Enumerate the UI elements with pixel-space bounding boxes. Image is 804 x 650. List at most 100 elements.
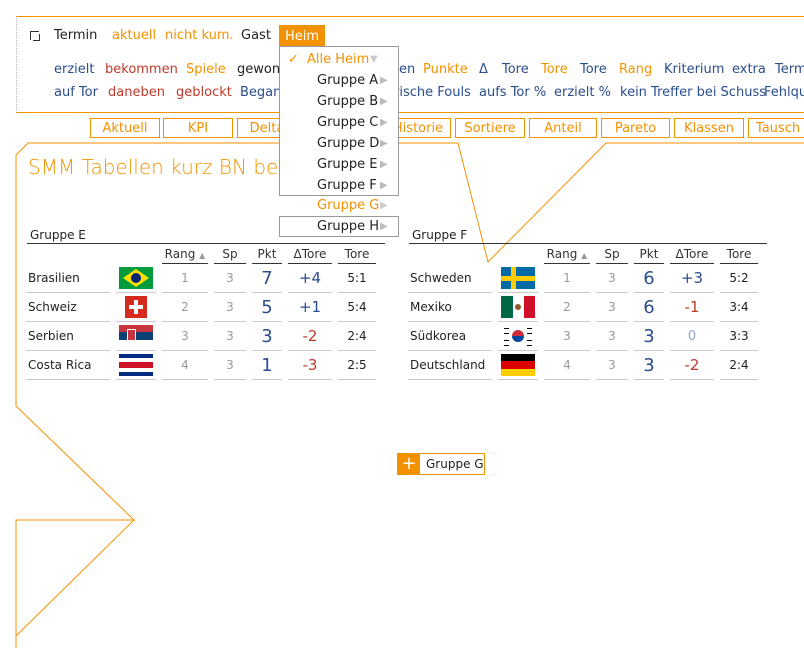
team-name: Schweiz — [26, 293, 110, 322]
cell-tore: 3:4 — [720, 293, 758, 322]
cell-pkt: 3 — [252, 322, 282, 351]
cell-rang: 4 — [162, 351, 208, 380]
col-rang-label: Rang — [546, 247, 578, 261]
cell-rang: 1 — [162, 264, 208, 293]
col-sp[interactable]: Sp — [214, 244, 246, 264]
dropdown-item-label: Gruppe B — [317, 94, 379, 109]
cell-dtore: 0 — [670, 322, 714, 351]
dropdown-item-gruppe-g[interactable]: Gruppe G ▶ — [279, 195, 399, 216]
col-sp[interactable]: Sp — [596, 244, 628, 264]
table-row: Deutschland 4 3 3 -2 2:4 — [408, 351, 758, 380]
group-f-table: Rang ▲ Sp Pkt ΔTore Tore Schweden 1 3 6 — [402, 244, 764, 380]
flag-sweden-icon — [498, 264, 538, 293]
cell-dtore: -3 — [288, 351, 332, 380]
col-team — [26, 244, 110, 264]
flag-south-korea-icon — [498, 322, 538, 351]
cell-pkt: 5 — [252, 293, 282, 322]
team-name: Serbien — [26, 322, 110, 351]
team-name: Costa Rica — [26, 351, 110, 380]
group-f-title: Gruppe F — [412, 228, 468, 242]
col-rang[interactable]: Rang ▲ — [162, 244, 208, 264]
cell-sp: 3 — [596, 322, 628, 351]
col-rang-label: Rang — [164, 247, 196, 261]
col-rang[interactable]: Rang ▲ — [544, 244, 590, 264]
cell-dtore: -1 — [670, 293, 714, 322]
team-name: Mexiko — [408, 293, 492, 322]
cell-pkt: 6 — [634, 293, 664, 322]
dropdown-item-gruppe-a[interactable]: Gruppe A ▶ — [280, 70, 398, 91]
cell-rang: 2 — [544, 293, 590, 322]
dropdown-item-label: Gruppe D — [317, 136, 380, 151]
chevron-right-icon: ▶ — [380, 75, 388, 86]
chevron-down-icon: ▼ — [370, 54, 378, 65]
cell-dtore: +4 — [288, 264, 332, 293]
dropdown-item-gruppe-b[interactable]: Gruppe B ▶ — [280, 91, 398, 112]
team-name: Deutschland — [408, 351, 492, 380]
cell-tore: 5:2 — [720, 264, 758, 293]
col-pkt[interactable]: Pkt — [252, 244, 282, 264]
dropdown-item-gruppe-d[interactable]: Gruppe D ▶ — [280, 133, 398, 154]
cell-rang: 3 — [544, 322, 590, 351]
chevron-right-icon: ▶ — [380, 180, 388, 191]
cell-pkt: 3 — [634, 322, 664, 351]
flag-switzerland-icon — [116, 293, 156, 322]
chevron-right-icon: ▶ — [380, 159, 388, 170]
cell-dtore: +3 — [670, 264, 714, 293]
dropdown-item-label: Gruppe C — [317, 115, 379, 130]
col-tore[interactable]: Tore — [338, 244, 376, 264]
col-tore[interactable]: Tore — [720, 244, 758, 264]
flag-germany-icon — [498, 351, 538, 380]
col-pkt[interactable]: Pkt — [634, 244, 664, 264]
cell-sp: 3 — [596, 351, 628, 380]
cell-rang: 2 — [162, 293, 208, 322]
flag-brazil-icon — [116, 264, 156, 293]
table-row: Südkorea 3 3 3 0 3:3 — [408, 322, 758, 351]
dropdown-item-label: Gruppe G — [317, 198, 380, 213]
dropdown-item-gruppe-h[interactable]: Gruppe H ▶ — [279, 216, 399, 237]
checkmark-icon: ✓ — [288, 52, 299, 67]
col-team — [408, 244, 492, 264]
cell-dtore: -2 — [670, 351, 714, 380]
cell-rang: 1 — [544, 264, 590, 293]
dropdown-item-gruppe-c[interactable]: Gruppe C ▶ — [280, 112, 398, 133]
cell-sp: 3 — [596, 293, 628, 322]
cell-pkt: 1 — [252, 351, 282, 380]
table-row: Brasilien 1 3 7 +4 5:1 — [26, 264, 376, 293]
dropdown-item-gruppe-f[interactable]: Gruppe F ▶ — [280, 175, 398, 196]
col-flag — [116, 244, 156, 264]
table-row: Serbien 3 3 3 -2 2:4 — [26, 322, 376, 351]
cell-sp: 3 — [214, 351, 246, 380]
chevron-right-icon: ▶ — [380, 200, 388, 211]
add-group-g-button[interactable]: + Gruppe G — [397, 453, 485, 475]
chevron-right-icon: ▶ — [380, 96, 388, 107]
cell-sp: 3 — [214, 322, 246, 351]
col-dtore[interactable]: ΔTore — [288, 244, 332, 264]
cell-dtore: -2 — [288, 322, 332, 351]
team-name: Südkorea — [408, 322, 492, 351]
chevron-right-icon: ▶ — [380, 117, 388, 128]
chevron-right-icon: ▶ — [380, 138, 388, 149]
team-name: Schweden — [408, 264, 492, 293]
cell-tore: 2:4 — [338, 322, 376, 351]
cell-tore: 5:4 — [338, 293, 376, 322]
dropdown-item-alle-heim[interactable]: ✓ Alle Heim ▼ — [280, 49, 398, 70]
dropdown-item-label: Gruppe A — [317, 73, 379, 88]
heim-dropdown-menu: ✓ Alle Heim ▼ Gruppe A ▶ Gruppe B ▶ Grup… — [279, 46, 399, 196]
team-name: Brasilien — [26, 264, 110, 293]
dropdown-item-label: Alle Heim — [307, 52, 370, 67]
table-row: Mexiko 2 3 6 -1 3:4 — [408, 293, 758, 322]
sort-asc-icon: ▲ — [199, 251, 206, 260]
dropdown-item-gruppe-e[interactable]: Gruppe E ▶ — [280, 154, 398, 175]
cell-tore: 3:3 — [720, 322, 758, 351]
cell-tore: 2:4 — [720, 351, 758, 380]
flag-costa-rica-icon — [116, 351, 156, 380]
cell-sp: 3 — [596, 264, 628, 293]
group-e-title: Gruppe E — [30, 228, 86, 242]
page-title: SMM Tabellen kurz BN bei — [28, 155, 284, 179]
col-dtore[interactable]: ΔTore — [670, 244, 714, 264]
table-row: Schweiz 2 3 5 +1 5:4 — [26, 293, 376, 322]
add-group-label: Gruppe G — [426, 457, 484, 471]
table-row: Costa Rica 4 3 1 -3 2:5 — [26, 351, 376, 380]
cell-pkt: 7 — [252, 264, 282, 293]
cell-sp: 3 — [214, 264, 246, 293]
